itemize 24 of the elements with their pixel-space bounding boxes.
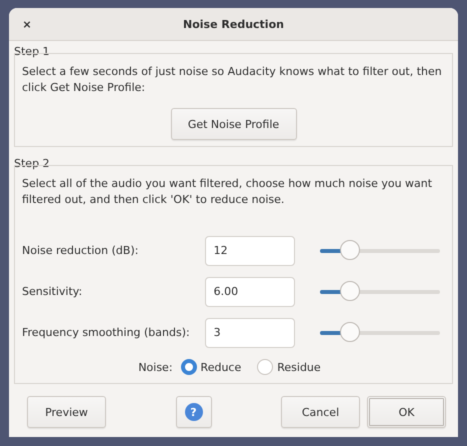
get-noise-profile-button[interactable]: Get Noise Profile [170, 108, 296, 140]
radio-icon[interactable] [180, 359, 197, 375]
slider-thumb[interactable] [340, 322, 360, 342]
radio-option[interactable]: Reduce [180, 359, 242, 375]
setting-label: Sensitivity: [22, 285, 84, 298]
value-field[interactable]: 6.00 [204, 276, 295, 306]
radio-option[interactable]: Residue [257, 359, 321, 375]
help-icon: ? [184, 403, 202, 421]
slider-thumb[interactable] [340, 240, 360, 260]
ok-button[interactable]: OK [367, 396, 446, 428]
value-field[interactable]: 12 [204, 236, 295, 266]
setting-label: Noise reduction (dB): [22, 244, 140, 257]
cancel-button[interactable]: Cancel [281, 396, 360, 428]
close-button[interactable]: × [17, 14, 37, 34]
window-title: Noise Reduction [183, 18, 284, 30]
slider-thumb[interactable] [340, 280, 360, 300]
instruction-text: Select all of the audio you want filtered, choose how much noise you want filtered out, and then click 'OK' to reduce noise. [22, 176, 434, 208]
setting-label: Frequency smoothing (bands): [22, 326, 191, 339]
value-field[interactable]: 3 [204, 318, 295, 348]
noise-label: Noise: [138, 360, 173, 374]
preview-button[interactable]: Preview [27, 396, 106, 428]
radio-icon[interactable] [257, 359, 274, 375]
help-button[interactable]: ? [176, 396, 212, 428]
instruction-text: Select a few seconds of just noise so Audacity knows what to filter out, then click Get Noise Profile: [22, 64, 443, 96]
